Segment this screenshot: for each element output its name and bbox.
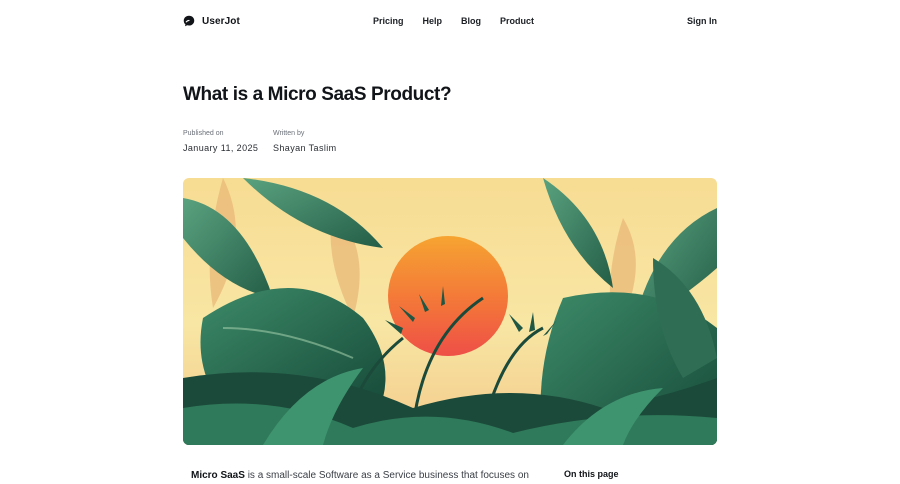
published-label: Published on [183,130,224,137]
published-meta: Published on January 11, 2025 [183,130,258,153]
author-name: Shayan Taslim [273,143,337,153]
brand-logo-link[interactable]: UserJot [183,15,240,27]
nav-link-product[interactable]: Product [500,16,534,26]
article-intro: Micro SaaS is a small-scale Software as … [191,470,529,481]
author-label: Written by [273,130,305,137]
author-meta: Written by Shayan Taslim [273,130,337,153]
nav-link-blog[interactable]: Blog [461,16,481,26]
top-navigation: UserJot Pricing Help Blog Product Sign I… [0,0,900,46]
published-date: January 11, 2025 [183,143,259,153]
nav-link-pricing[interactable]: Pricing [373,16,404,26]
sign-in-link[interactable]: Sign In [687,16,717,26]
table-of-contents-title: On this page [564,469,619,479]
brand-name: UserJot [202,15,240,27]
hero-image [183,178,717,445]
userjot-logo-icon [183,15,195,27]
intro-bold-term: Micro SaaS [191,470,245,481]
nav-link-help[interactable]: Help [423,16,443,26]
main-menu: Pricing Help Blog Product [373,16,534,26]
intro-text: is a small-scale Software as a Service b… [244,470,529,481]
article-title: What is a Micro SaaS Product? [183,84,452,105]
